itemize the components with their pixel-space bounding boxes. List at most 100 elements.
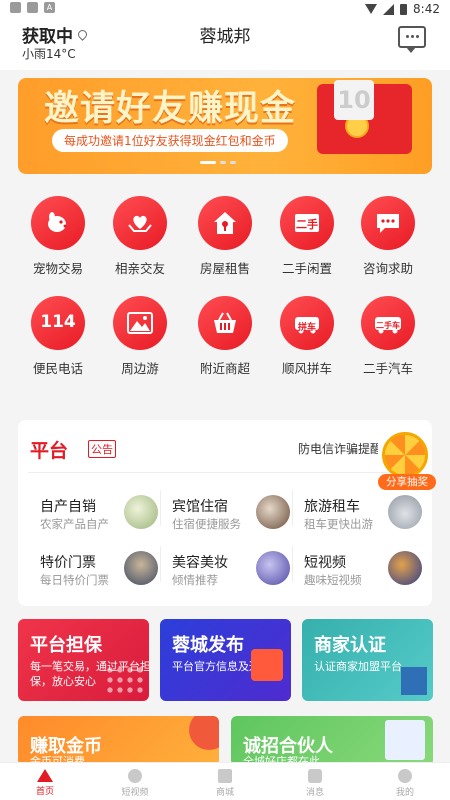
service-secondhand[interactable]: 二手 二手闲置 (267, 196, 347, 277)
service-label: 咨询求助 (362, 261, 413, 276)
lottery-label: 分享抽奖 (378, 474, 436, 490)
clock: 8:42 (413, 2, 440, 16)
item-desc: 租车更快出游 (304, 517, 373, 531)
platform-item-tickets[interactable]: 特价门票 每日特价门票 (30, 550, 160, 598)
platform-item-local-produce[interactable]: 自产自销 农家产品自产 (30, 494, 160, 542)
service-label: 顺风拼车 (281, 361, 332, 376)
weather-text: 小雨14°C (22, 47, 76, 61)
tab-label: 短视频 (121, 788, 149, 798)
service-carpool[interactable]: 拼车 顺风拼车 (267, 296, 347, 377)
service-label: 二手汽车 (362, 361, 413, 376)
battery-icon (400, 3, 408, 15)
item-title: 旅游租车 (304, 499, 360, 515)
banner-subtitle: 每成功邀请1位好友获得现金红包和金币 (52, 129, 288, 152)
dots-decoration (105, 665, 145, 697)
service-dating[interactable]: 相亲交友 (100, 196, 180, 277)
service-local-travel[interactable]: 周边游 (100, 296, 180, 377)
cash-card-graphic: 10 (334, 80, 374, 120)
service-consult[interactable]: 咨询求助 (348, 196, 428, 277)
item-thumbnail (256, 495, 290, 529)
platform-panel: 平台 公告 防电信诈骗提醒,平 自产自销 农家产品自产 宾馆住宿 住宿便捷服务 … (18, 420, 432, 606)
tab-messages[interactable]: 消息 (270, 763, 360, 800)
promo-recruit-partners[interactable]: 诚招合伙人 全城好店都在此 (231, 716, 433, 766)
image-icon (27, 2, 38, 13)
service-label: 周边游 (121, 361, 159, 376)
app-header: 获取中 小雨14°C 蓉城邦 (0, 18, 450, 70)
item-title: 短视频 (304, 555, 346, 571)
notice-marquee[interactable]: 防电信诈骗提醒,平 (298, 440, 378, 457)
tab-short-video[interactable]: 短视频 (90, 763, 180, 800)
service-housing[interactable]: 房屋租售 (185, 196, 265, 277)
building-icon (401, 667, 427, 695)
promo-earn-coins[interactable]: 赚取金币 金币可消费 (18, 716, 219, 766)
platform-item-beauty[interactable]: 美容美妆 倾情推荐 (162, 550, 292, 598)
item-thumbnail (124, 495, 158, 529)
video-reel-icon (128, 769, 142, 783)
item-desc: 每日特价门票 (40, 573, 109, 587)
tab-label: 商城 (215, 788, 234, 798)
promo-official-release[interactable]: 蓉城发布 平台官方信息及通知 (160, 619, 291, 701)
coin-icon (189, 716, 219, 750)
chat-bubble-icon (361, 196, 415, 250)
banner-title: 邀请好友赚现金 (44, 89, 297, 129)
user-icon (398, 769, 412, 783)
home-icon (37, 769, 53, 782)
service-label: 便民电话 (32, 361, 83, 376)
divider (160, 490, 161, 526)
page-title: 蓉城邦 (199, 27, 251, 47)
service-label: 宠物交易 (32, 261, 83, 276)
banner-pagination (200, 161, 236, 164)
promo-platform-guarantee[interactable]: 平台担保 每一笔交易，通过平台担保，放心安心 (18, 619, 149, 701)
item-thumbnail (124, 551, 158, 585)
platform-item-hotel[interactable]: 宾馆住宿 住宿便捷服务 (162, 494, 292, 542)
message-icon[interactable] (398, 26, 426, 53)
partner-illustration-icon (385, 720, 425, 760)
prize-wheel-icon (382, 432, 428, 478)
notice-tag: 公告 (88, 440, 116, 458)
service-label: 相亲交友 (114, 261, 165, 276)
platform-title: 平台 (30, 440, 69, 462)
promo-title: 平台担保 (30, 635, 102, 656)
service-hotline[interactable]: 114 便民电话 (18, 296, 98, 377)
mountain-icon (113, 296, 167, 350)
secondhand-icon: 二手 (280, 196, 334, 250)
tab-label: 我的 (395, 788, 414, 798)
item-thumbnail (388, 495, 422, 529)
share-lottery-button[interactable]: 分享抽奖 (378, 432, 436, 494)
shop-icon (218, 769, 232, 783)
divider (292, 490, 293, 526)
divider (28, 472, 422, 473)
invite-banner[interactable]: 邀请好友赚现金 每成功邀请1位好友获得现金红包和金币 10 (18, 78, 432, 174)
bottom-tab-bar: 首页 短视频 商城 消息 我的 (0, 762, 450, 800)
basket-icon (198, 296, 252, 350)
platform-item-short-video[interactable]: 短视频 趣味短视频 (294, 550, 424, 598)
notification-icon (10, 2, 21, 13)
heart-hands-icon (113, 196, 167, 250)
tab-home[interactable]: 首页 (0, 763, 90, 800)
promo-title: 蓉城发布 (172, 635, 244, 656)
carpool-icon: 拼车 (280, 296, 334, 350)
service-label: 房屋租售 (199, 261, 250, 276)
service-label: 二手闲置 (281, 261, 332, 276)
platform-item-car-rental[interactable]: 旅游租车 租车更快出游 (294, 494, 424, 542)
tab-label: 消息 (305, 788, 324, 798)
tab-mall[interactable]: 商城 (180, 763, 270, 800)
item-desc: 住宿便捷服务 (172, 517, 241, 531)
service-supermarket[interactable]: 附近商超 (185, 296, 265, 377)
divider (160, 546, 161, 582)
house-key-icon (198, 196, 252, 250)
service-pet-trade[interactable]: 宠物交易 (18, 196, 98, 277)
service-label: 附近商超 (199, 361, 250, 376)
service-used-car[interactable]: 二手车 二手汽车 (348, 296, 428, 377)
divider (292, 546, 293, 582)
item-title: 特价门票 (40, 555, 96, 571)
dog-icon (31, 196, 85, 250)
promo-title: 商家认证 (314, 635, 386, 656)
item-thumbnail (256, 551, 290, 585)
tab-profile[interactable]: 我的 (360, 763, 450, 800)
item-title: 宾馆住宿 (172, 499, 228, 515)
red-envelope-icon (251, 649, 283, 681)
item-title: 自产自销 (40, 499, 96, 515)
promo-merchant-certification[interactable]: 商家认证 认证商家加盟平台 (302, 619, 433, 701)
item-desc: 农家产品自产 (40, 517, 109, 531)
